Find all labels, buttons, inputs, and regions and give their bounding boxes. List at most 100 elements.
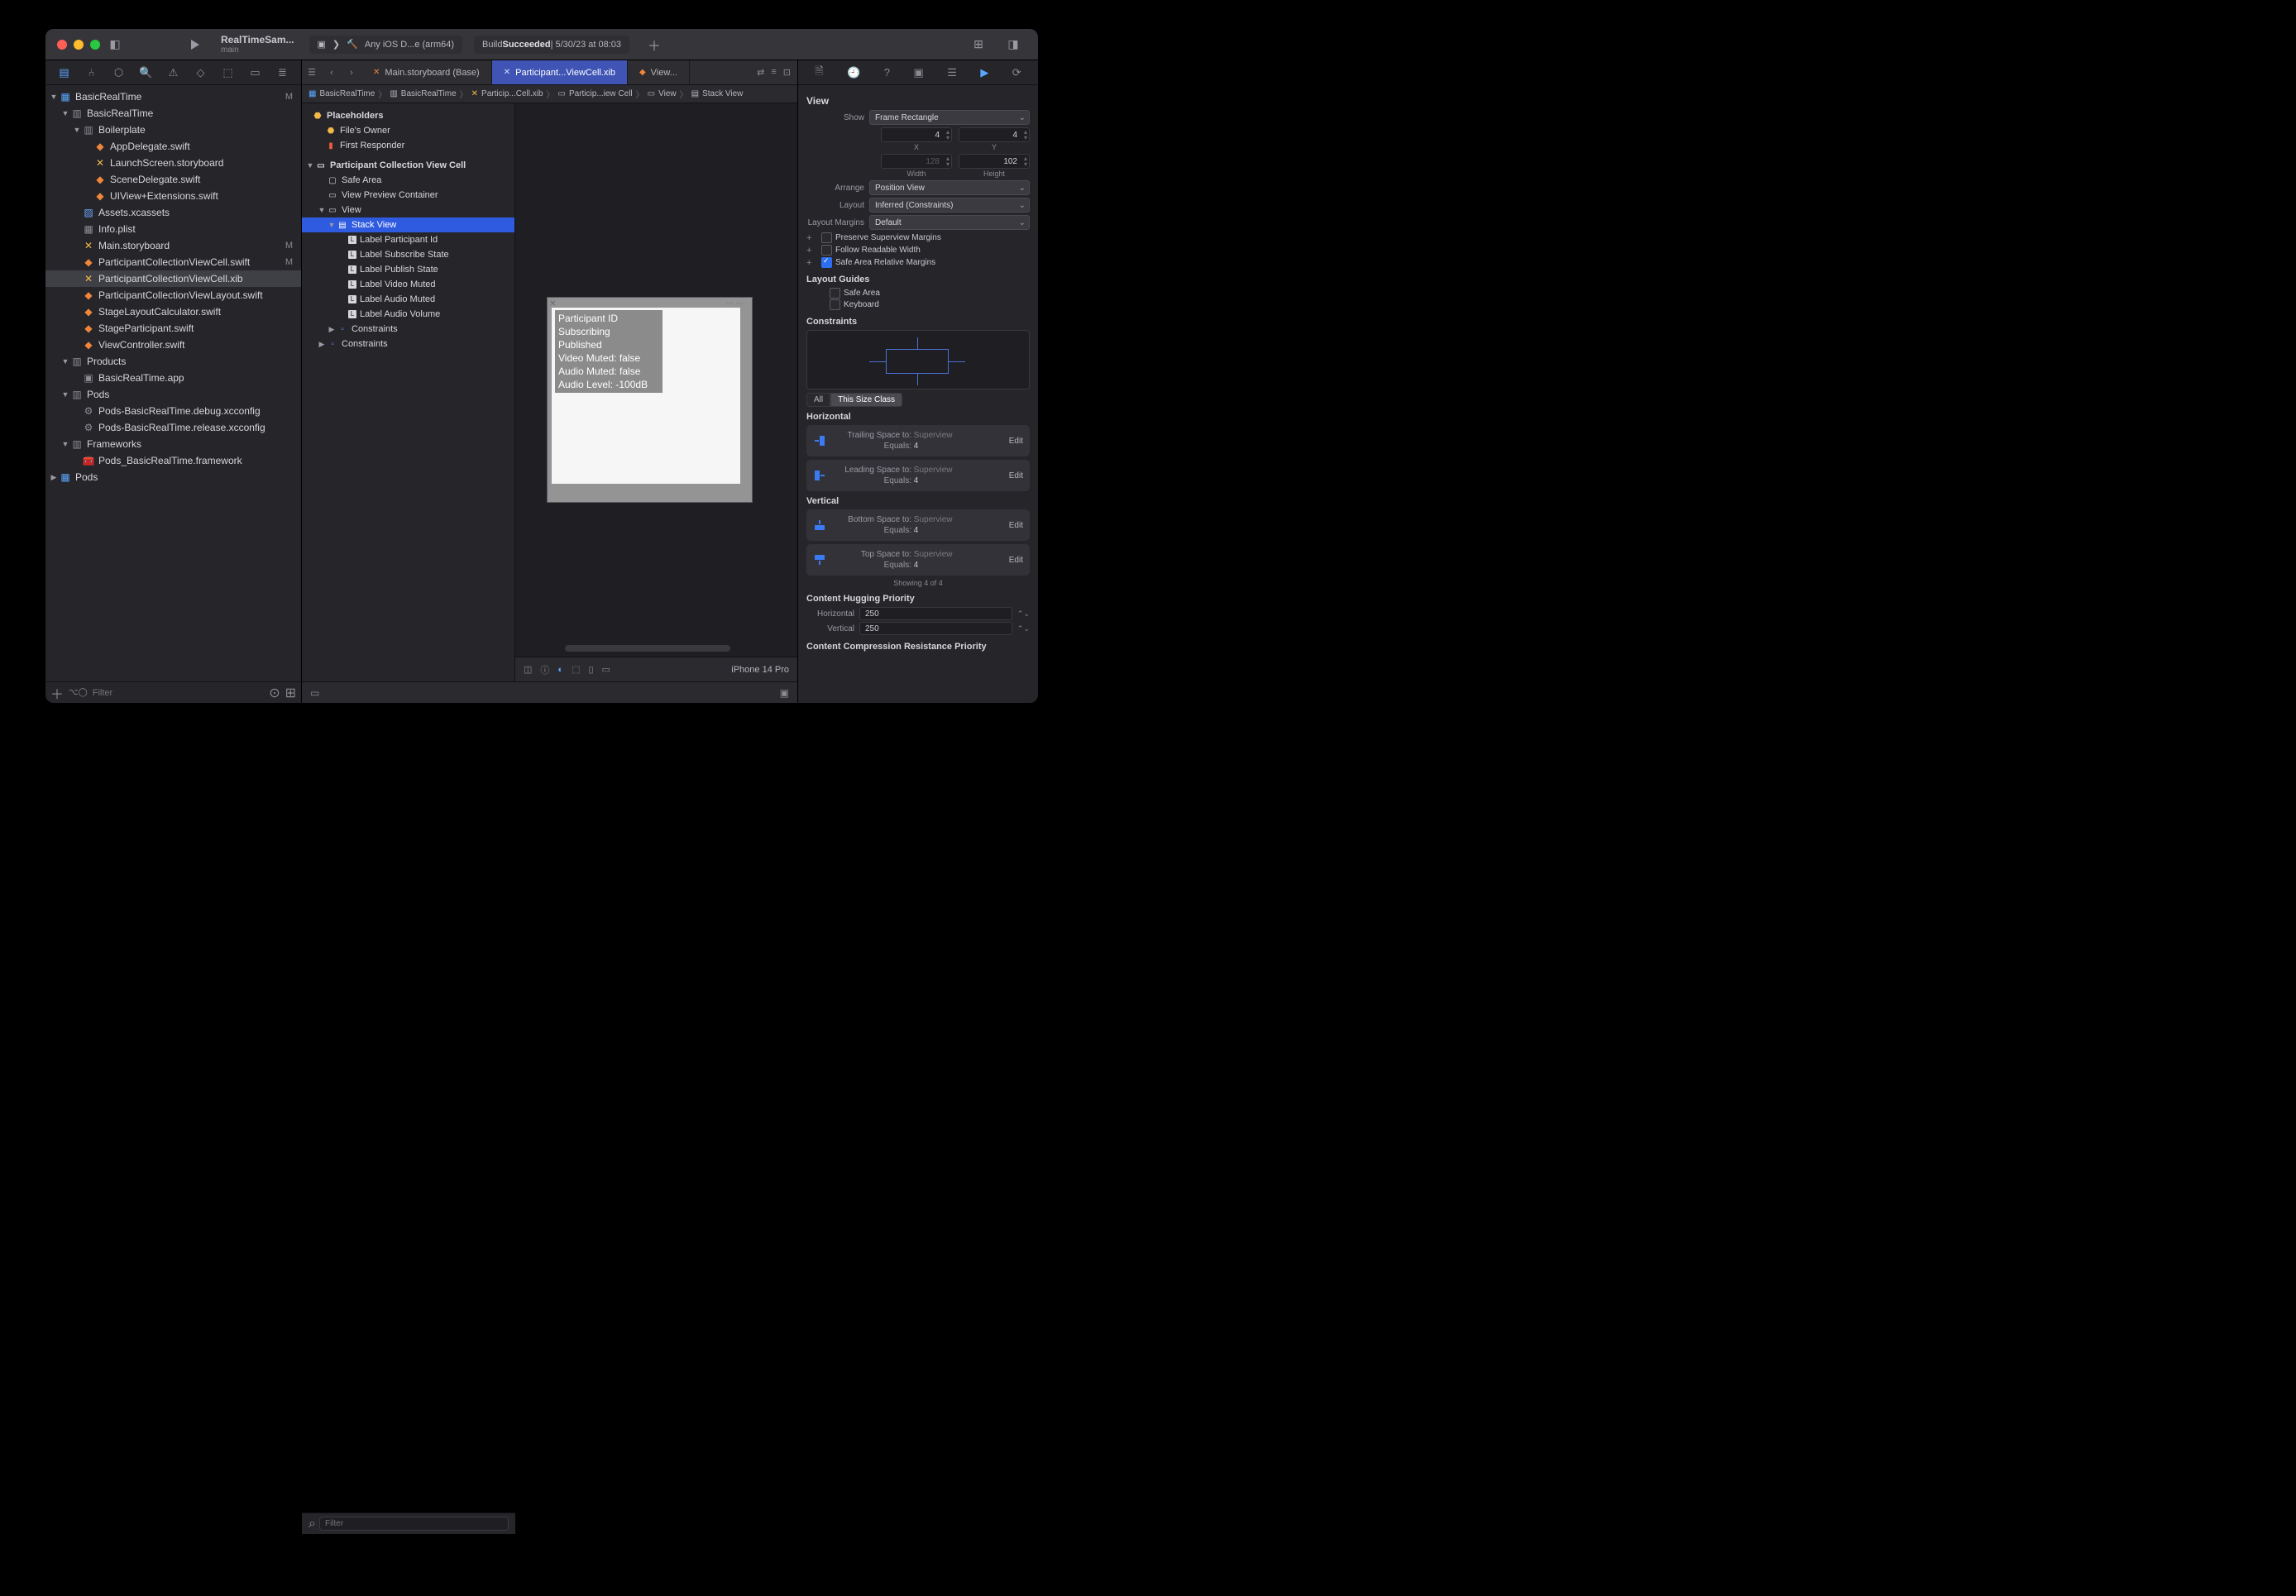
constraints-diagram[interactable] [806, 330, 1030, 389]
tree-group[interactable]: ▼▥Pods [45, 386, 301, 403]
edit-constraint-button[interactable]: Edit [1009, 556, 1023, 565]
crumb[interactable]: Stack View [702, 89, 743, 98]
device-phone-icon[interactable]: ▯ [588, 664, 593, 675]
tree-file[interactable]: ◆ParticipantCollectionViewLayout.swift [45, 287, 301, 303]
stepper-icon[interactable]: ⌃⌄ [1017, 624, 1030, 633]
outline-first-responder[interactable]: ▮First Responder [302, 138, 514, 153]
constraint-leading[interactable]: Leading Space to: Superview Equals: 4 Ed… [806, 460, 1030, 491]
identity-inspector-icon[interactable]: ▣ [913, 66, 923, 79]
tree-file[interactable]: ◆ViewController.swift [45, 337, 301, 353]
canvas-cell[interactable]: ✕ ⋯⋯ Participant ID Subscribing Publishe… [547, 297, 753, 503]
tree-file[interactable]: ✕Main.storyboardM [45, 237, 301, 254]
destination-selector[interactable]: ▣ ❯ 🔨 Any iOS D...e (arm64) [309, 36, 463, 54]
help-inspector-icon[interactable]: ? [884, 66, 890, 79]
constraint-top[interactable]: Top Space to: Superview Equals: 4 Edit [806, 544, 1030, 576]
height-field[interactable]: 102▴▾ [959, 154, 1030, 169]
tree-group[interactable]: ▼▥ Boilerplate [45, 122, 301, 138]
add-editor-icon[interactable]: ⊡ [783, 67, 791, 78]
project-navigator-icon[interactable]: ▤ [56, 66, 73, 79]
outline-files-owner[interactable]: ⬣File's Owner [302, 123, 514, 138]
constraint-trailing[interactable]: Trailing Space to: Superview Equals: 4 E… [806, 425, 1030, 456]
arrange-popup[interactable]: Position View [869, 180, 1030, 195]
outline-filter-input[interactable] [319, 1517, 509, 1531]
layout-popup[interactable]: Inferred (Constraints) [869, 198, 1030, 213]
add-file-button[interactable]: ＋ [50, 683, 64, 703]
attributes-inspector-icon[interactable]: ☰ [947, 66, 957, 79]
device-label[interactable]: iPhone 14 Pro [731, 665, 789, 675]
outline-view[interactable]: ▼▭View [302, 203, 514, 217]
horizontal-scrollbar[interactable] [565, 645, 730, 652]
tab-participant-xib[interactable]: ✕Participant...ViewCell.xib [492, 60, 628, 84]
library-button[interactable]: ⊞ [964, 34, 993, 55]
toggle-navigator-icon[interactable]: ◧ [100, 34, 130, 55]
tree-file[interactable]: 🧰Pods_BasicRealTime.framework [45, 452, 301, 469]
issue-navigator-icon[interactable]: ⚠ [165, 66, 182, 79]
nav-forward-icon[interactable]: › [342, 68, 361, 78]
editor-options-icon[interactable]: ≡ [771, 67, 776, 78]
tree-file[interactable]: ▣BasicRealTime.app [45, 370, 301, 386]
layout-margins-popup[interactable]: Default [869, 215, 1030, 230]
x-field[interactable]: 4▴▾ [881, 127, 952, 142]
seg-this-size-class[interactable]: This Size Class [830, 393, 902, 407]
tree-file[interactable]: ◆AppDelegate.swift [45, 138, 301, 155]
filter-scope-icon[interactable]: ⌥◯ [69, 688, 88, 697]
outline-constraints[interactable]: ▶▫Constraints [302, 322, 514, 337]
toggle-inspector-icon[interactable]: ◨ [998, 34, 1028, 55]
history-inspector-icon[interactable]: 🕘 [847, 66, 860, 79]
report-navigator-icon[interactable]: ≣ [275, 66, 291, 79]
outline-label-item[interactable]: LLabel Participant Id [302, 232, 514, 247]
tree-file[interactable]: ⚙Pods-BasicRealTime.release.xcconfig [45, 419, 301, 436]
crumb[interactable]: View [658, 89, 677, 98]
add-tab-button[interactable]: ＋ [639, 34, 669, 55]
tab-view[interactable]: ◆View... [628, 60, 690, 84]
readable-width-checkbox[interactable] [821, 245, 832, 256]
stepper-icon[interactable]: ⌃⌄ [1017, 609, 1030, 619]
symbol-navigator-icon[interactable]: ⬡ [111, 66, 127, 79]
add-margin-icon[interactable]: + [806, 258, 816, 268]
edit-constraint-button[interactable]: Edit [1009, 471, 1023, 480]
outline-safe-area[interactable]: ▢Safe Area [302, 173, 514, 188]
safe-area-guide-checkbox[interactable] [830, 288, 840, 299]
tree-file-selected[interactable]: ✕ParticipantCollectionViewCell.xib [45, 270, 301, 287]
activity-status[interactable]: Build Succeeded | 5/30/23 at 08:03 [474, 36, 629, 54]
size-inspector-icon[interactable]: ▶ [980, 66, 988, 79]
test-navigator-icon[interactable]: ◇ [193, 66, 209, 79]
outline-constraints[interactable]: ▶▫Constraints [302, 337, 514, 351]
debug-navigator-icon[interactable]: ⬚ [220, 66, 237, 79]
tree-file[interactable]: ▨Assets.xcassets [45, 204, 301, 221]
outline-label-item[interactable]: LLabel Subscribe State [302, 247, 514, 262]
outline-label-item[interactable]: LLabel Audio Muted [302, 292, 514, 307]
adjust-editor-icon[interactable]: ⇄ [757, 67, 764, 78]
edit-constraint-button[interactable]: Edit [1009, 437, 1023, 446]
selected-stack-view[interactable]: Participant ID Subscribing Published Vid… [555, 310, 662, 393]
outline-label-item[interactable]: LLabel Publish State [302, 262, 514, 277]
tree-file[interactable]: ◆ParticipantCollectionViewCell.swiftM [45, 254, 301, 270]
orientation-icon[interactable]: ⬚ [572, 664, 580, 675]
jump-bar[interactable]: ▦BasicRealTime〉 ▥BasicRealTime〉 ✕Partici… [302, 85, 797, 103]
tab-main-storyboard[interactable]: ✕Main.storyboard (Base) [361, 60, 492, 84]
recent-filter-icon[interactable]: ⊙ [269, 685, 280, 701]
tree-project-ref[interactable]: ▶▦Pods [45, 469, 301, 485]
tree-file[interactable]: ◆SceneDelegate.swift [45, 171, 301, 188]
toggle-outline-icon[interactable]: ◫ [524, 664, 532, 675]
run-button[interactable] [179, 34, 209, 55]
width-field[interactable]: 128▴▾ [881, 154, 952, 169]
tree-group[interactable]: ▼▥Frameworks [45, 436, 301, 452]
related-items-icon[interactable]: ☰ [302, 67, 322, 78]
debug-toggle-icon[interactable]: ▭ [310, 687, 319, 699]
scm-filter-icon[interactable]: ⊞ [285, 685, 296, 701]
device-pad-icon[interactable]: ▭ [602, 664, 610, 675]
constraint-bottom[interactable]: Bottom Space to: Superview Equals: 4 Edi… [806, 509, 1030, 541]
edit-constraint-button[interactable]: Edit [1009, 521, 1023, 530]
zoom-window-button[interactable] [90, 40, 100, 50]
crumb[interactable]: Particip...Cell.xib [481, 89, 543, 98]
show-popup[interactable]: Frame Rectangle [869, 110, 1030, 125]
outline-label-item[interactable]: LLabel Audio Volume [302, 307, 514, 322]
find-navigator-icon[interactable]: 🔍 [138, 66, 155, 79]
minimize-window-button[interactable] [74, 40, 84, 50]
tree-group[interactable]: ▼▥Products [45, 353, 301, 370]
crumb[interactable]: BasicRealTime [401, 89, 457, 98]
nav-back-icon[interactable]: ‹ [322, 68, 342, 78]
safe-area-margins-checkbox[interactable] [821, 257, 832, 268]
source-control-navigator-icon[interactable]: ⑃ [84, 66, 100, 79]
